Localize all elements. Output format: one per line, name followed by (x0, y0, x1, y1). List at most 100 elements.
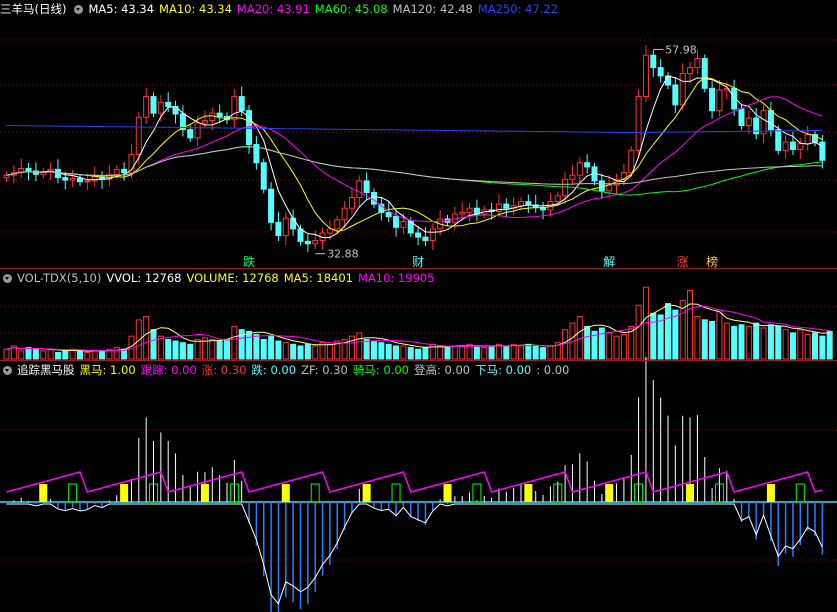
candle (459, 211, 466, 215)
candle (716, 89, 723, 112)
volume-bar (393, 345, 400, 360)
indicator-panel[interactable] (0, 356, 837, 612)
volume-panel[interactable] (3, 286, 833, 360)
volume-bar (767, 324, 774, 360)
price-legend: 三羊马(日线) MA5: 43.34 MA10: 43.34 MA20: 43.91 M… (0, 1, 568, 17)
volume-bar (54, 351, 61, 360)
candle (113, 168, 120, 175)
volume-bar (488, 345, 495, 360)
candle (760, 110, 767, 135)
volume-bar (415, 348, 422, 360)
candle (672, 84, 679, 106)
candle (628, 149, 635, 174)
volume-bar (209, 338, 216, 360)
candle (393, 216, 400, 228)
legend-qima: 骑马: 0.00 (352, 363, 409, 377)
high-price-label: 57.98 (665, 43, 697, 56)
heima-signal-block (281, 484, 290, 502)
price-panel[interactable]: 57.98 32.88 跌 财 解 涨 榜 (3, 43, 826, 269)
kline-chart[interactable]: 57.98 32.88 跌 财 解 涨 榜 (0, 0, 837, 612)
candle (62, 177, 69, 181)
volume-bar (407, 347, 414, 360)
candle (576, 162, 583, 176)
candle (797, 143, 804, 151)
volume-bar (172, 340, 179, 360)
candle (165, 101, 172, 108)
volume-bar (738, 324, 745, 360)
candle (84, 180, 91, 183)
volume-bar (525, 343, 532, 360)
volume-bar (187, 343, 194, 360)
dropdown-circle-icon[interactable] (3, 274, 12, 283)
volume-bar (826, 330, 833, 360)
stock-title: 三羊马(日线) (0, 2, 67, 16)
heima-signal-block (524, 484, 533, 502)
volume-bar (62, 350, 69, 360)
candle (738, 108, 745, 127)
candle (77, 177, 83, 183)
candle (789, 141, 796, 151)
volume-bar (179, 342, 186, 360)
volume-bar (731, 325, 738, 360)
volume-bar (598, 327, 605, 360)
volume-bar (665, 303, 671, 360)
volume-bar (157, 335, 164, 360)
candle (415, 232, 422, 238)
volume-bar (84, 351, 91, 360)
volume-bar (709, 321, 716, 360)
volume-bar (268, 335, 275, 360)
candle (554, 195, 561, 203)
candle (143, 96, 150, 118)
candle (187, 129, 194, 139)
signal-label: 财 (412, 255, 424, 269)
candle (429, 228, 436, 241)
heima-signal-block (120, 484, 129, 502)
volume-bar (532, 345, 539, 360)
volume-bar (459, 345, 466, 360)
dropdown-circle-icon[interactable] (3, 366, 12, 375)
volume-bar (304, 343, 311, 360)
indicator-legend: 追踪黑马股 黑马: 1.00 跟踪: 0.00 涨: 0.30 跌: 0.00 ZF: 0… (0, 362, 579, 378)
volume-bar (694, 316, 701, 360)
legend-ma10: MA10: 43.34 (159, 2, 232, 16)
volume-bar (143, 316, 150, 360)
legend-ma5: MA5: 43.34 (88, 2, 155, 16)
volume-bar (231, 325, 238, 360)
volume-bar (246, 330, 253, 360)
volume-bar (716, 309, 723, 360)
candle (422, 236, 429, 241)
candle (157, 101, 164, 114)
volume-bar (348, 335, 355, 360)
ma-legend-items: MA5: 43.34 MA10: 43.34 MA20: 43.91 MA60: 45… (88, 2, 563, 16)
volume-bar (672, 309, 679, 360)
volume-bar (444, 347, 451, 360)
volume-bar (503, 345, 510, 360)
volume-legend: VOL-TDX(5,10) VVOL: 12768 VOLUME: 12768 MA5… (0, 270, 445, 286)
volume-bar (804, 334, 811, 360)
candle (91, 176, 98, 182)
volume-bar (290, 343, 297, 360)
candle (782, 141, 789, 151)
dropdown-circle-icon[interactable] (74, 5, 84, 14)
candle (231, 96, 238, 121)
volume-bar (606, 332, 613, 360)
volume-bar (789, 332, 796, 360)
heima-signal-block (362, 484, 371, 502)
volume-bar (297, 345, 304, 360)
panel-separator (0, 268, 837, 269)
heima-signal-block (766, 484, 775, 502)
candle (503, 203, 510, 209)
volume-bar (32, 348, 39, 360)
volume-bar (91, 350, 98, 360)
candle (400, 220, 407, 228)
candle (518, 201, 524, 207)
volume-bar (451, 345, 458, 360)
legend-zhang: 涨: 0.30 (201, 363, 247, 377)
volume-bar (584, 325, 591, 360)
qima-signal-block (472, 483, 482, 503)
volume-bar (635, 304, 642, 360)
legend-last: : 0.00 (536, 363, 570, 377)
volume-bar (47, 348, 54, 360)
legend-zf: ZF: 0.30 (301, 363, 348, 377)
candle (135, 116, 142, 155)
